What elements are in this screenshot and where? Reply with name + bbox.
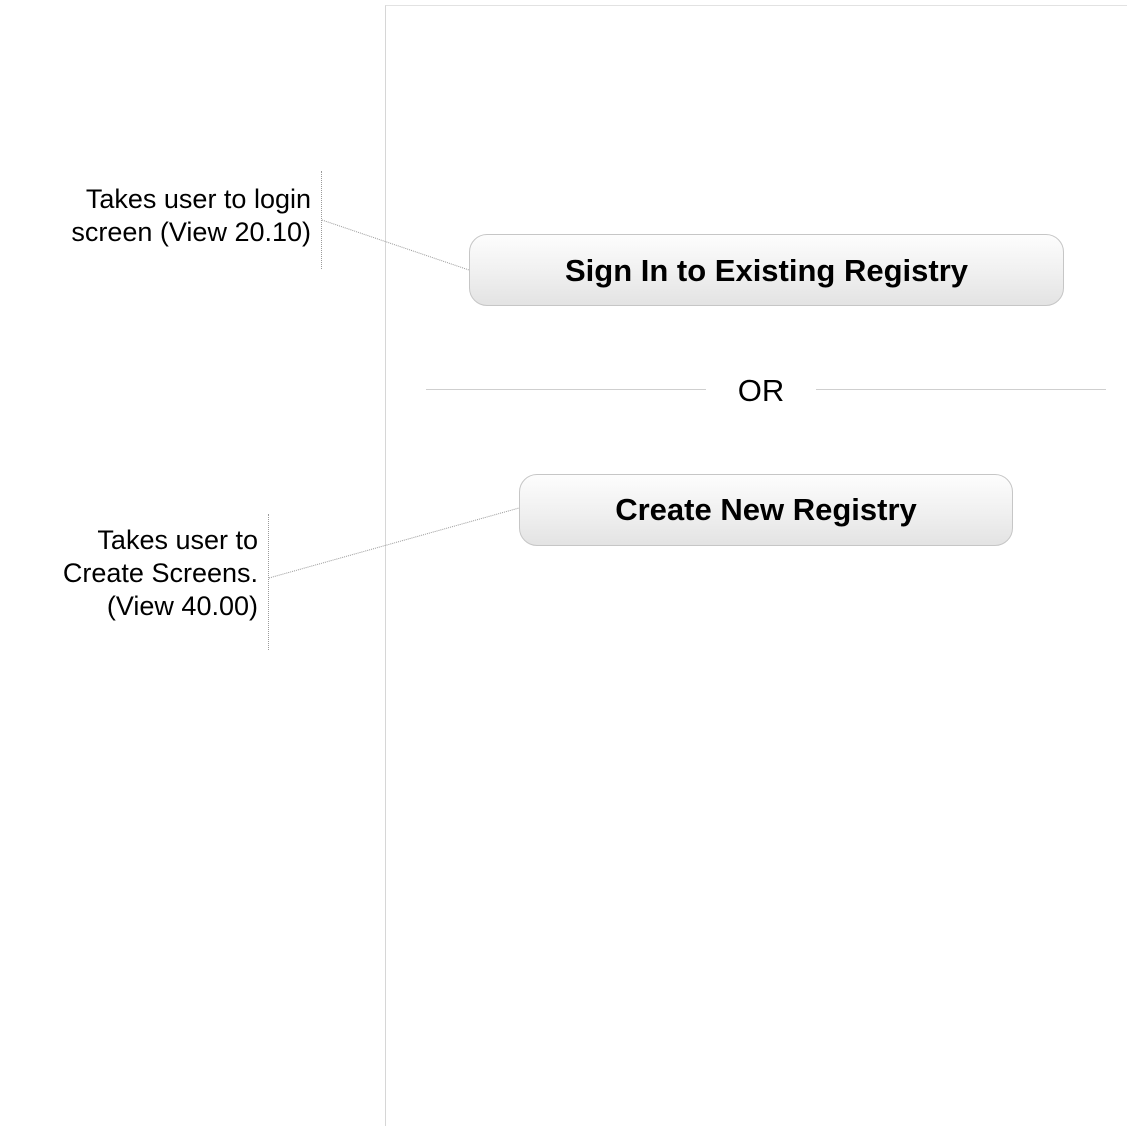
annotation-line: Create Screens. bbox=[62, 558, 258, 588]
sign-in-button[interactable]: Sign In to Existing Registry bbox=[469, 234, 1064, 306]
or-divider-label: OR bbox=[737, 373, 785, 408]
create-registry-button[interactable]: Create New Registry bbox=[519, 474, 1013, 546]
annotation-line: (View 40.00) bbox=[106, 591, 258, 621]
screen-panel bbox=[385, 5, 1127, 1126]
annotation-create: Takes user to Create Screens. (View 40.0… bbox=[0, 524, 258, 623]
annotation-bracket bbox=[321, 171, 323, 269]
annotation-bracket bbox=[268, 514, 270, 650]
divider-right bbox=[816, 389, 1106, 390]
annotation-sign-in: Takes user to login screen (View 20.10) bbox=[0, 183, 311, 249]
divider-left bbox=[426, 389, 706, 390]
annotation-line: screen (View 20.10) bbox=[71, 217, 311, 247]
annotation-line: Takes user to login bbox=[85, 184, 311, 214]
annotation-line: Takes user to bbox=[97, 525, 258, 555]
